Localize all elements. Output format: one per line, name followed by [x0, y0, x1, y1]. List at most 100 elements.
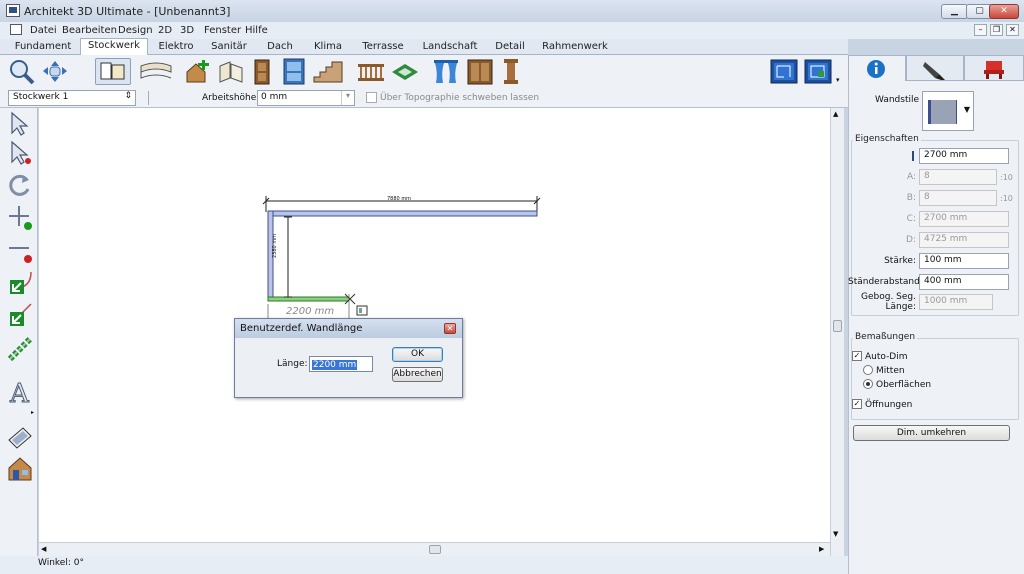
work-height-value: 0 mm: [261, 92, 288, 102]
film-icon[interactable]: [7, 424, 33, 450]
zoom-icon[interactable]: [8, 58, 36, 85]
arc-move-icon[interactable]: [7, 270, 33, 296]
d-input[interactable]: 4725 mm: [919, 232, 1009, 248]
cancel-button[interactable]: Abbrechen: [392, 367, 443, 382]
b-label: B:: [906, 193, 916, 203]
add-room-icon[interactable]: [184, 58, 212, 85]
c-input[interactable]: 2700 mm: [919, 211, 1009, 227]
reverse-dimensions-button[interactable]: Dim. umkehren: [853, 425, 1010, 441]
chain-icon[interactable]: [7, 336, 33, 362]
wall-tool-icon[interactable]: [216, 58, 246, 85]
menu-design[interactable]: Design: [118, 25, 153, 36]
mdi-restore-button[interactable]: ❐: [990, 24, 1003, 36]
floor-select[interactable]: Stockwerk 1 ⇕: [8, 90, 136, 106]
menu-fenster[interactable]: Fenster: [204, 25, 241, 36]
curved-length-label: Länge:: [885, 302, 916, 312]
tab-stockwerk[interactable]: Stockwerk: [80, 38, 148, 55]
thickness-input[interactable]: 100 mm: [919, 253, 1009, 269]
minimize-button[interactable]: ▁: [941, 4, 968, 19]
text-tool-icon[interactable]: A: [7, 378, 33, 410]
menu-2d[interactable]: 2D: [158, 25, 172, 36]
stairs-icon[interactable]: [312, 58, 344, 85]
select-arrow-icon[interactable]: [7, 111, 33, 137]
mdi-minimize-button[interactable]: –: [974, 24, 987, 36]
work-height-input[interactable]: 0 mm ▾: [257, 90, 355, 106]
window-title: Architekt 3D Ultimate - [Unbenannt3]: [24, 5, 231, 18]
column-icon[interactable]: [502, 58, 520, 85]
tab-landschaft[interactable]: Landschaft: [418, 40, 482, 55]
c-label: C:: [906, 214, 916, 224]
menu-3d[interactable]: 3D: [180, 25, 194, 36]
properties-label: Eigenschaften: [853, 134, 921, 144]
tab-detail[interactable]: Detail: [490, 40, 530, 55]
menu-datei[interactable]: Datei: [30, 25, 57, 36]
a-input[interactable]: 8: [919, 169, 997, 185]
autodim-label: Auto-Dim: [865, 352, 908, 362]
mdi-close-button[interactable]: ✕: [1006, 24, 1019, 36]
tab-fundament[interactable]: Fundament: [8, 40, 78, 55]
wall-curve-icon[interactable]: [138, 58, 174, 85]
stud-spacing-label: Ständerabstand:: [848, 277, 923, 287]
dialog-close-icon[interactable]: ✕: [444, 323, 456, 334]
tab-info[interactable]: [848, 55, 906, 81]
stud-spacing-input[interactable]: 400 mm: [919, 274, 1009, 290]
height-indicator: [912, 151, 914, 161]
tab-furniture[interactable]: [964, 55, 1024, 81]
tab-terrasse[interactable]: Terrasse: [356, 40, 410, 55]
tab-pen[interactable]: [906, 55, 964, 81]
floor-pattern-icon[interactable]: [390, 58, 420, 85]
select-special-icon[interactable]: [7, 140, 33, 166]
vertical-scrollbar[interactable]: ▲ ▼: [830, 108, 844, 556]
center-radio[interactable]: [863, 365, 873, 375]
tab-elektro[interactable]: Elektro: [152, 40, 200, 55]
scroll-up-icon[interactable]: ▲: [833, 110, 838, 118]
curtain-icon[interactable]: [432, 58, 460, 85]
autodim-checkbox[interactable]: ✓: [852, 351, 862, 361]
cabinet-icon[interactable]: [466, 58, 494, 85]
plan-view-2-icon[interactable]: [804, 58, 832, 85]
tab-klima[interactable]: Klima: [308, 40, 348, 55]
b-input[interactable]: 8: [919, 190, 997, 206]
door-icon[interactable]: [252, 58, 272, 85]
tab-sanitaer[interactable]: Sanitär: [206, 40, 252, 55]
document-icon: [10, 24, 22, 35]
spinner-icon: ⇕: [124, 91, 132, 101]
horizontal-scrollbar[interactable]: ◀ ▶: [39, 542, 830, 556]
pan-icon[interactable]: [40, 58, 70, 85]
menu-hilfe[interactable]: Hilfe: [245, 25, 268, 36]
toolbar-more-icon[interactable]: ▾: [836, 76, 840, 84]
rotate-icon[interactable]: [7, 172, 33, 198]
a-label: A:: [906, 172, 916, 182]
text-tool-more-icon[interactable]: ▸: [31, 409, 34, 416]
scroll-right-icon[interactable]: ▶: [819, 545, 824, 553]
curved-length-input[interactable]: 1000 mm: [919, 294, 993, 310]
horizontal-scroll-thumb[interactable]: [429, 545, 441, 554]
plan-view-icon[interactable]: [770, 58, 798, 85]
house-view-icon[interactable]: [7, 456, 33, 482]
wall-height-input[interactable]: 2700 mm: [919, 148, 1009, 164]
railing-icon[interactable]: [356, 58, 386, 85]
remove-point-icon[interactable]: [7, 238, 33, 264]
floor-plan-icon[interactable]: [95, 58, 131, 85]
window-icon[interactable]: [282, 58, 306, 85]
vertical-scroll-thumb[interactable]: [833, 320, 842, 332]
scroll-down-icon[interactable]: ▼: [833, 530, 838, 538]
length-input-value: 2200 mm: [312, 360, 358, 370]
surfaces-radio[interactable]: [863, 379, 873, 389]
length-input[interactable]: 2200 mm: [309, 356, 373, 372]
menu-bearbeiten[interactable]: Bearbeiten: [62, 25, 117, 36]
topography-checkbox[interactable]: [366, 92, 377, 103]
close-button[interactable]: ✕: [989, 4, 1019, 19]
center-label: Mitten: [876, 366, 905, 376]
tab-rahmenwerk[interactable]: Rahmenwerk: [540, 40, 610, 55]
scroll-left-icon[interactable]: ◀: [41, 545, 46, 553]
openings-checkbox[interactable]: ✓: [852, 399, 862, 409]
ok-button[interactable]: OK: [392, 347, 443, 362]
wall-style-select[interactable]: ▼: [922, 91, 974, 131]
line-move-icon[interactable]: [7, 302, 33, 328]
tab-dach[interactable]: Dach: [262, 40, 298, 55]
app-icon: [6, 4, 20, 17]
add-point-icon[interactable]: [7, 204, 33, 230]
chevron-down-icon: ▼: [963, 105, 970, 114]
chevron-down-icon: ▾: [341, 91, 354, 105]
